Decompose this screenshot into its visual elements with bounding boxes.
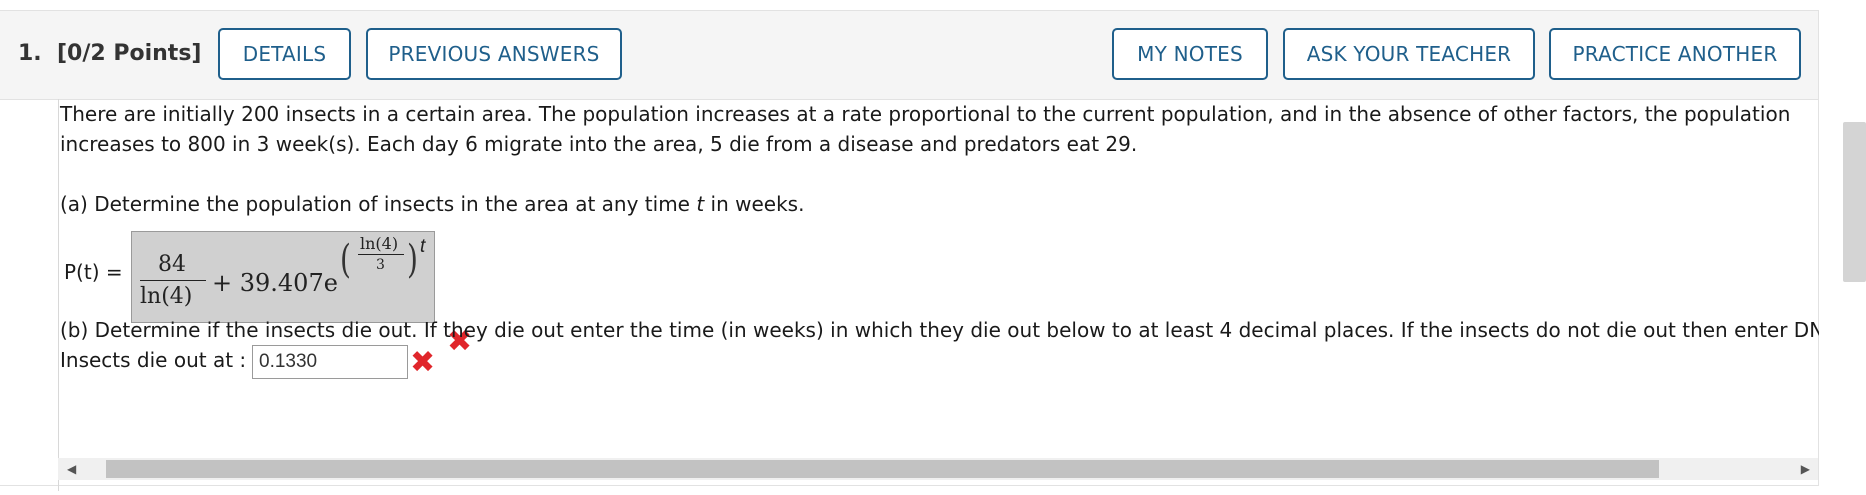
problem-text-line-2: increases to 800 in 3 week(s). Each day … xyxy=(60,132,1138,156)
fraction-denominator: ln(4) xyxy=(140,284,193,309)
right-arrow-icon[interactable]: ▶ xyxy=(1801,458,1810,480)
part-b-label: Insects die out at : xyxy=(60,348,247,372)
problem-text-line-1: There are initially 200 insects in a cer… xyxy=(60,102,1791,126)
question-title: 1. [0/2 Points] xyxy=(18,41,201,66)
question-header: 1. [0/2 Points] DETAILS PREVIOUS ANSWERS… xyxy=(0,11,1818,100)
question-content: There are initially 200 insects in a cer… xyxy=(58,99,1819,491)
exponent-variable: t xyxy=(420,236,426,257)
question-points: [0/2 Points] xyxy=(57,41,202,66)
fraction-numerator: 84 xyxy=(158,252,186,277)
part-a-answer-math[interactable]: 84 ln(4) + 39.407e ( ln(4) 3 ) t xyxy=(131,231,435,323)
my-notes-button[interactable]: MY NOTES xyxy=(1112,28,1268,80)
exponent-denominator: 3 xyxy=(376,257,385,273)
practice-another-button[interactable]: PRACTICE ANOTHER xyxy=(1549,28,1801,80)
part-b-incorrect-x-mark-icon: ✖ xyxy=(410,345,436,380)
part-b-prompt: (b) Determine if the insects die out. If… xyxy=(60,318,1819,342)
vertical-scroll-thumb[interactable] xyxy=(1843,122,1866,282)
ask-your-teacher-button[interactable]: ASK YOUR TEACHER xyxy=(1283,28,1535,80)
part-a-label: P(t) = xyxy=(64,260,123,284)
fraction-bar xyxy=(140,280,206,281)
left-arrow-icon[interactable]: ◀ xyxy=(67,458,76,480)
insects-die-out-input[interactable] xyxy=(252,345,408,379)
exponent-numerator: ln(4) xyxy=(360,234,399,253)
previous-answers-button[interactable]: PREVIOUS ANSWERS xyxy=(366,28,622,80)
plus-term: + 39.407e xyxy=(212,269,338,297)
exponent-left-paren: ( xyxy=(340,236,351,283)
exponent-right-paren: ) xyxy=(407,236,418,283)
horizontal-scroll-thumb[interactable] xyxy=(106,460,1659,478)
part-a-prompt: (a) Determine the population of insects … xyxy=(60,192,805,216)
exponent-fraction-bar xyxy=(358,254,404,255)
details-button[interactable]: DETAILS xyxy=(218,28,351,80)
question-panel: 1. [0/2 Points] DETAILS PREVIOUS ANSWERS… xyxy=(0,10,1819,491)
horizontal-scrollbar[interactable]: ◀ ▶ xyxy=(58,458,1818,480)
variable-t: t xyxy=(696,192,705,216)
question-number: 1. xyxy=(18,41,42,66)
